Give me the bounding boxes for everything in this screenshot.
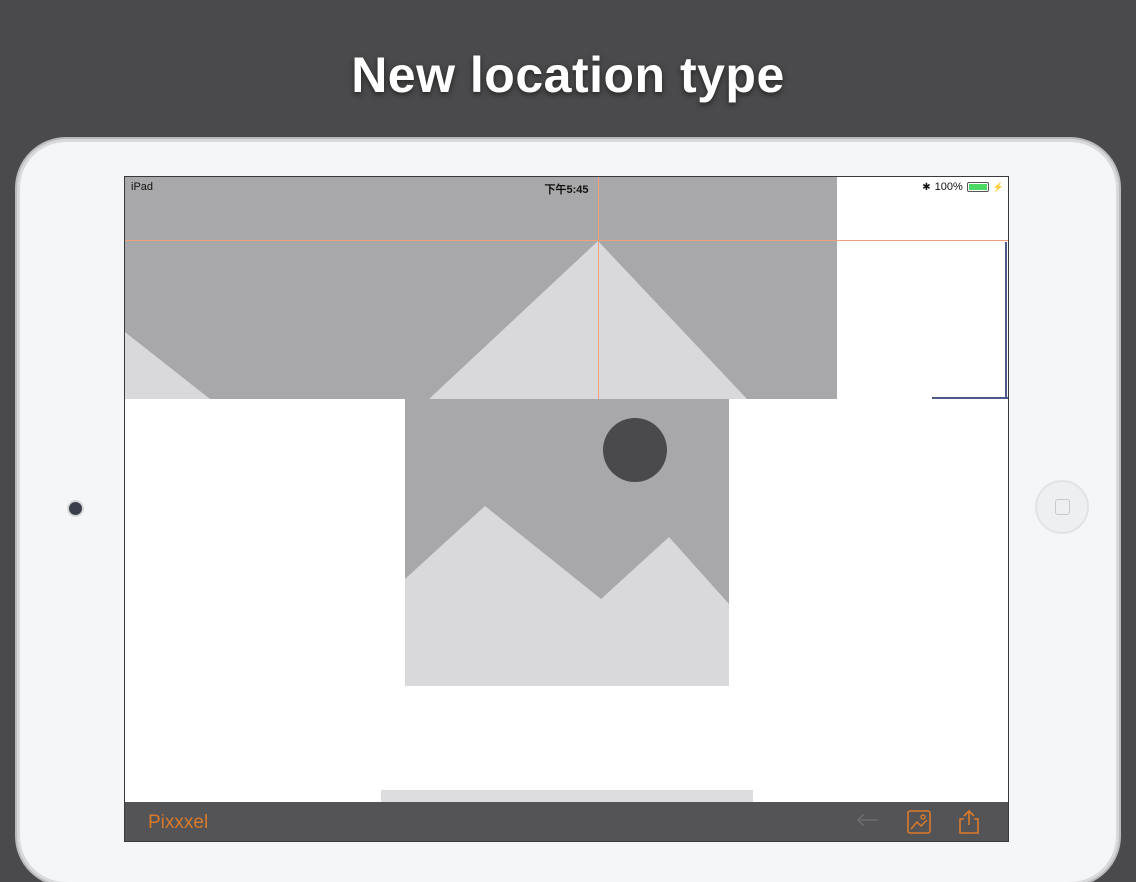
home-button[interactable] [1037, 482, 1087, 532]
guide-line-horizontal[interactable] [125, 240, 1008, 241]
share-icon[interactable] [956, 809, 982, 835]
status-right: ✱ 100% ⚡ [922, 181, 1004, 193]
landscape-image-small [405, 399, 729, 686]
bluetooth-icon: ✱ [922, 181, 931, 193]
status-time: 下午5:45 [544, 184, 589, 196]
battery-percent: 100% [934, 181, 963, 193]
charging-icon: ⚡ [992, 181, 1004, 192]
battery-icon [966, 182, 989, 192]
scroll-indicator[interactable] [381, 790, 753, 802]
bottom-toolbar: Pixxxel [125, 802, 1008, 841]
back-arrow-icon[interactable] [855, 807, 881, 833]
selection-edge-vertical[interactable] [1005, 242, 1007, 399]
image-placeholder-large[interactable] [125, 177, 837, 399]
image-placeholder-small[interactable] [405, 399, 729, 686]
front-camera [69, 502, 82, 515]
sun-shape [603, 418, 667, 482]
app-title[interactable]: Pixxxel [148, 812, 208, 834]
gallery-icon[interactable] [906, 809, 932, 835]
status-bar: iPad 下午5:45 ✱ 100% ⚡ [125, 177, 1008, 197]
headline: New location type [351, 47, 785, 103]
guide-line-vertical[interactable] [598, 177, 599, 399]
app-screen: iPad 下午5:45 ✱ 100% ⚡ Pixxxel [124, 176, 1009, 842]
landscape-image-large [125, 177, 837, 399]
selection-edge-horizontal[interactable] [932, 397, 1008, 399]
